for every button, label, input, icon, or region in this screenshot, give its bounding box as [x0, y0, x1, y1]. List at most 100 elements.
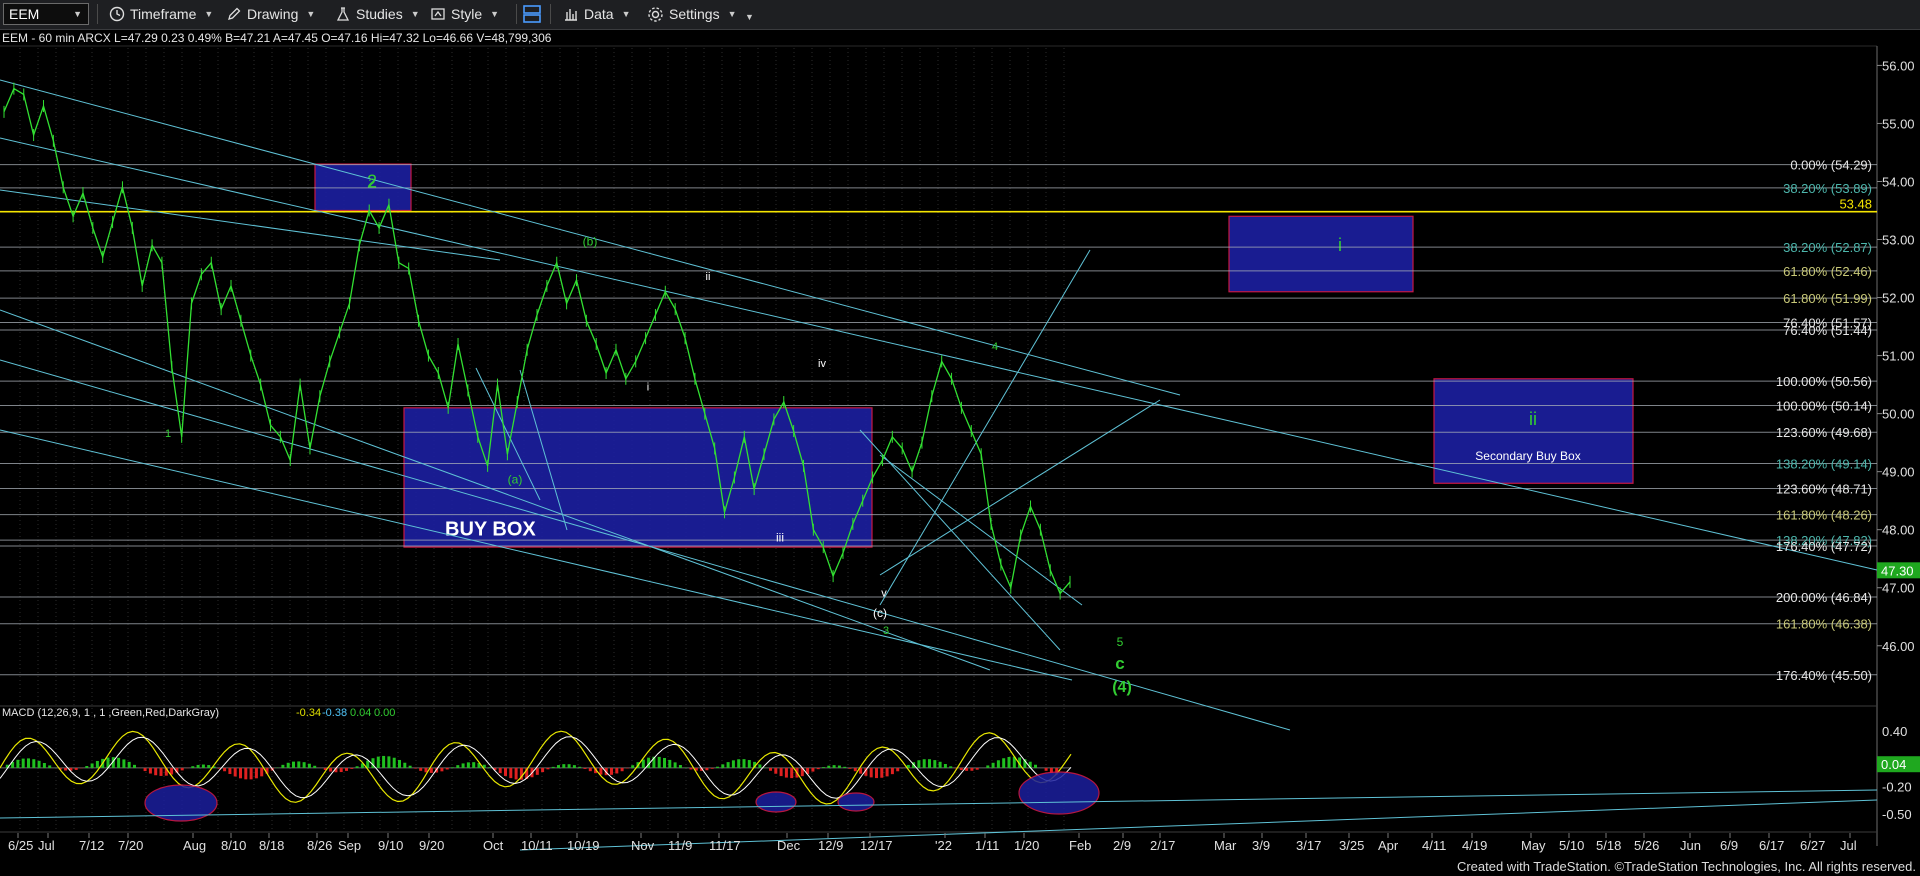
style-icon: [431, 8, 445, 20]
time-label: Oct: [483, 838, 504, 853]
price-tick-label: 48.00: [1882, 523, 1915, 538]
layout-button[interactable]: [522, 3, 547, 25]
fib-label: 38.20% (53.89): [1783, 181, 1872, 196]
fib-label: 76.40% (51.44): [1783, 323, 1872, 338]
time-label: Apr: [1378, 838, 1399, 853]
wave-label: (a): [508, 472, 523, 486]
style-label: Style: [451, 6, 483, 22]
wave-label: (4): [1112, 679, 1132, 696]
price-tick-label: 54.00: [1882, 174, 1915, 189]
chevron-down-icon: ▼: [73, 9, 82, 19]
time-label: 10/19: [567, 838, 600, 853]
time-label: Aug: [183, 838, 206, 853]
wave-label: c: [1115, 654, 1124, 673]
macd-value-4: 0.00: [374, 707, 395, 719]
studies-menu[interactable]: Studies ▼: [335, 3, 420, 25]
time-label: 3/17: [1296, 838, 1321, 853]
wave-label: i: [647, 381, 649, 393]
price-tick-label: 52.00: [1882, 291, 1915, 306]
price-tick-label: 53.00: [1882, 233, 1915, 248]
box-label: i: [1338, 235, 1342, 255]
fib-label: 100.00% (50.56): [1776, 374, 1872, 389]
divergence-ellipse: [837, 792, 875, 812]
style-menu[interactable]: Style ▼: [430, 3, 499, 25]
flask-icon: [336, 7, 350, 21]
drawing-menu[interactable]: Drawing ▼: [226, 3, 315, 25]
wave-label: 2: [368, 175, 375, 190]
chevron-down-icon: ▼: [490, 9, 500, 19]
macd-value-3: 0.04: [350, 707, 371, 719]
divergence-ellipse: [755, 791, 797, 813]
settings-menu[interactable]: Settings ▼: [647, 3, 737, 25]
time-label: 2/17: [1150, 838, 1175, 853]
time-label: Jun: [1680, 838, 1701, 853]
time-label: 12/17: [860, 838, 893, 853]
data-menu[interactable]: Data ▼: [563, 3, 631, 25]
time-label: 7/12: [79, 838, 104, 853]
time-label: 9/10: [378, 838, 403, 853]
price-chart[interactable]: 2BUY BOXiiiSecondary Buy Box 12(a)(b)iii…: [0, 30, 1920, 876]
wave-box: [314, 163, 412, 212]
wave-label: (c): [873, 606, 887, 620]
fib-label: 200.00% (46.84): [1776, 590, 1872, 605]
fib-label: 176.40% (45.50): [1776, 668, 1872, 683]
chevron-down-icon: ▼: [727, 9, 737, 19]
wave-boxes: 2BUY BOXiiiSecondary Buy Box: [314, 163, 1634, 548]
bar-chart-icon: [565, 9, 577, 21]
toolbar-divider: [516, 4, 517, 24]
toolbar: EEM ▼ Timeframe ▼ Drawing ▼ Studies ▼ St…: [0, 0, 1920, 30]
time-label: '22: [935, 838, 952, 853]
chevron-down-icon: ▼: [204, 9, 214, 19]
price-tick-label: 56.00: [1882, 58, 1915, 73]
time-label: 8/26: [307, 838, 332, 853]
wave-label: 5: [1117, 635, 1124, 649]
toolbar-divider: [97, 4, 98, 24]
time-label: Jul: [1840, 838, 1857, 853]
symbol-selector[interactable]: EEM ▼: [3, 3, 89, 25]
time-label: Mar: [1214, 838, 1237, 853]
fib-label: 176.40% (47.72): [1776, 539, 1872, 554]
time-label: 8/10: [221, 838, 246, 853]
timeframe-label: Timeframe: [130, 6, 197, 22]
time-label: 2/9: [1113, 838, 1131, 853]
time-label: 7/20: [118, 838, 143, 853]
time-label: 3/25: [1339, 838, 1364, 853]
time-label: 6/17: [1759, 838, 1784, 853]
gear-icon: [648, 6, 663, 22]
time-label: 5/10: [1559, 838, 1584, 853]
price-tick-label: 55.00: [1882, 116, 1915, 131]
fib-label: 123.60% (48.71): [1776, 481, 1872, 496]
time-label: 11/17: [709, 838, 741, 853]
chevron-down-icon: ▼: [306, 9, 316, 19]
fib-label: 161.80% (46.38): [1776, 617, 1872, 632]
chevron-down-icon: ▼: [410, 9, 420, 19]
trend-line: [879, 454, 1083, 606]
timeframe-menu[interactable]: Timeframe ▼: [109, 3, 213, 25]
time-label: 5/18: [1596, 838, 1621, 853]
symbol-text: EEM: [9, 6, 40, 22]
time-label: 1/11: [975, 838, 999, 853]
fib-label: 123.60% (49.68): [1776, 425, 1872, 440]
time-label: Jul: [38, 838, 55, 853]
time-label: Dec: [777, 838, 801, 853]
more-caret-icon[interactable]: ▼: [745, 12, 754, 22]
time-label: Nov: [631, 838, 655, 853]
time-label: 9/20: [419, 838, 444, 853]
macd-value-2: -0.38: [322, 707, 347, 719]
symbol-info: EEM - 60 min ARCX L=47.29 0.23 0.49% B=4…: [2, 31, 552, 45]
time-label: May: [1521, 838, 1546, 853]
fib-label: 0.00% (54.29): [1790, 158, 1872, 173]
toolbar-divider: [550, 4, 551, 24]
fib-labels: 0.00% (54.29) 38.20% (53.89) 38.20% (52.87…: [1776, 158, 1872, 683]
box-label: ii: [1529, 409, 1537, 429]
wave-label: 3: [883, 625, 889, 637]
time-label: 5/26: [1634, 838, 1659, 853]
time-label: 3/9: [1252, 838, 1270, 853]
resistance-label: 53.48: [1839, 197, 1872, 212]
wave-label: (b): [583, 234, 598, 248]
price-tick-label: 51.00: [1882, 349, 1915, 364]
price-tick-label: 49.00: [1882, 465, 1915, 480]
macd-tick-label: 0.40: [1882, 724, 1907, 739]
wave-label: 4: [992, 341, 998, 353]
time-label: 10/11: [521, 838, 553, 853]
